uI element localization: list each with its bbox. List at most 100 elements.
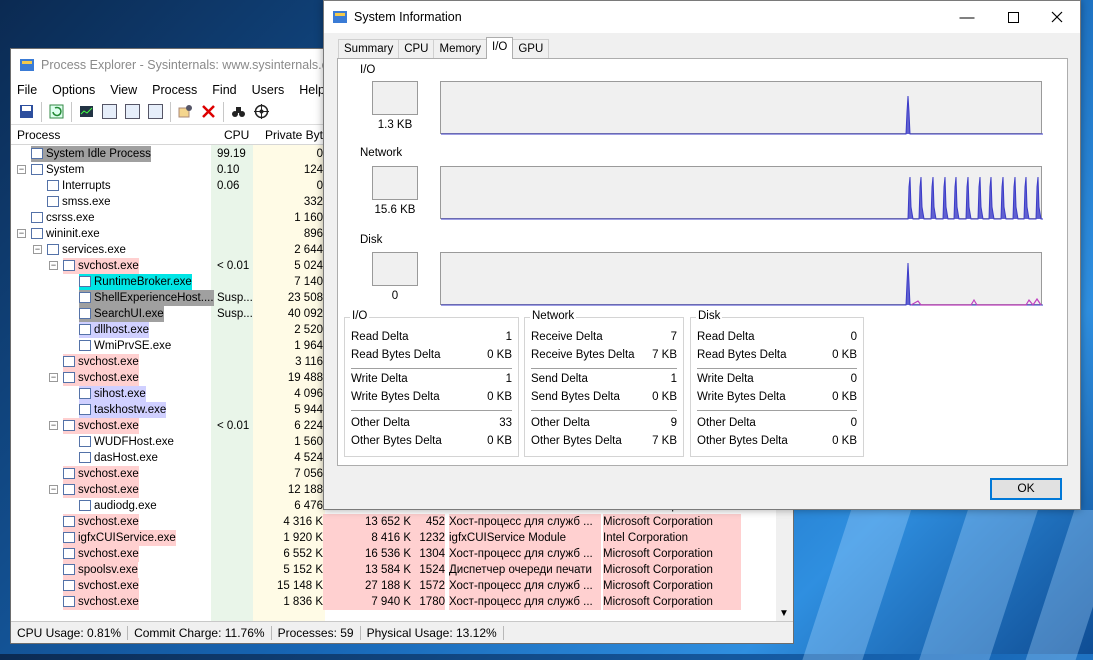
kill-process-icon[interactable] bbox=[197, 101, 220, 123]
process-name-cell[interactable]: svchost.exe bbox=[63, 466, 139, 482]
tree-collapse-icon[interactable]: − bbox=[17, 165, 26, 174]
system-information-dialog[interactable]: System Information — Summary CPU Memory … bbox=[323, 0, 1081, 510]
minimize-icon[interactable]: — bbox=[944, 1, 990, 33]
io-write-bytes-value: 0 KB bbox=[487, 391, 512, 403]
scroll-down-icon[interactable]: ▼ bbox=[779, 608, 789, 619]
private-bytes-cell: 3 116 bbox=[295, 356, 323, 368]
process-icon bbox=[63, 260, 75, 271]
process-name-cell[interactable]: svchost.exe bbox=[63, 418, 139, 434]
column-process[interactable]: Process bbox=[17, 128, 60, 142]
refresh-icon[interactable] bbox=[45, 101, 68, 123]
menu-process[interactable]: Process bbox=[152, 83, 197, 97]
io-graph-value: 1.3 KB bbox=[377, 119, 413, 131]
io-write-bytes-label: Write Bytes Delta bbox=[351, 391, 440, 403]
process-name-cell[interactable]: System bbox=[31, 162, 84, 178]
pid-cell: 1524 bbox=[411, 562, 445, 578]
network-graph-svg bbox=[441, 176, 1043, 220]
company-cell: Intel Corporation bbox=[603, 530, 741, 546]
process-name-cell[interactable]: WUDFHost.exe bbox=[79, 434, 174, 450]
working-set-cell: 8 416 K bbox=[323, 530, 411, 546]
tab-summary[interactable]: Summary bbox=[338, 39, 400, 59]
process-name-cell[interactable]: svchost.exe bbox=[63, 546, 139, 562]
process-row[interactable]: svchost.exe 1 836 K7 940 K 1780 Хост-процес… bbox=[11, 594, 781, 610]
process-name-cell[interactable]: RuntimeBroker.exe bbox=[79, 274, 192, 290]
tree-collapse-icon[interactable]: − bbox=[33, 245, 42, 254]
group-divider bbox=[531, 368, 677, 369]
process-row[interactable]: svchost.exe 4 316 K 13 652 K 452 Хост-процес… bbox=[11, 514, 781, 530]
process-name: SearchUI.exe bbox=[94, 308, 164, 320]
process-name-cell[interactable]: spoolsv.exe bbox=[63, 562, 138, 578]
description-cell: Хост-процесс для служб ... bbox=[449, 546, 601, 562]
menu-options[interactable]: Options bbox=[52, 83, 95, 97]
process-name-cell[interactable]: Interrupts bbox=[47, 178, 111, 194]
description-cell: igfxCUIService Module bbox=[449, 530, 601, 546]
process-name-cell[interactable]: igfxCUIService.exe bbox=[63, 530, 176, 546]
process-name-cell[interactable]: dllhost.exe bbox=[79, 322, 149, 338]
disk-read-bytes-row: Read Bytes Delta 0 KB bbox=[697, 349, 857, 365]
disk-graph-svg bbox=[441, 262, 1043, 306]
disk-read-delta-row: Read Delta 0 bbox=[697, 331, 857, 347]
io-graph-label: I/O bbox=[360, 64, 376, 76]
process-name-cell[interactable]: System Idle Process bbox=[31, 146, 151, 162]
menu-help[interactable]: Help bbox=[299, 83, 325, 97]
tab-cpu[interactable]: CPU bbox=[398, 39, 435, 59]
tab-gpu[interactable]: GPU bbox=[512, 39, 550, 59]
menu-users[interactable]: Users bbox=[252, 83, 285, 97]
private-bytes-cell: 7 056 bbox=[294, 468, 323, 480]
maximize-icon[interactable] bbox=[990, 1, 1036, 33]
process-row[interactable]: svchost.exe 6 552 K 16 536 K 1304 Хост-проце… bbox=[11, 546, 781, 562]
process-name-cell[interactable]: svchost.exe bbox=[63, 514, 139, 530]
find-window-icon[interactable] bbox=[174, 101, 197, 123]
tree-collapse-icon[interactable]: − bbox=[49, 373, 58, 382]
process-name-cell[interactable]: csrss.exe bbox=[31, 210, 95, 226]
process-name-cell[interactable]: audiodg.exe bbox=[79, 498, 157, 514]
menu-view[interactable]: View bbox=[110, 83, 137, 97]
process-name: svchost.exe bbox=[78, 356, 139, 368]
process-name-cell[interactable]: sihost.exe bbox=[79, 386, 146, 402]
target-icon[interactable] bbox=[250, 101, 273, 123]
cpu-cell: < 0.01 bbox=[217, 420, 250, 432]
menu-find[interactable]: Find bbox=[212, 83, 236, 97]
process-row[interactable]: igfxCUIService.exe 1 920 K8 416 K 1232 igfx… bbox=[11, 530, 781, 546]
tab-memory[interactable]: Memory bbox=[433, 39, 488, 59]
disk-write-delta-value: 0 bbox=[850, 373, 857, 385]
process-name-cell[interactable]: svchost.exe bbox=[63, 482, 139, 498]
close-icon[interactable] bbox=[1034, 1, 1080, 33]
process-row[interactable]: spoolsv.exe 5 152 K 13 584 K 1524 Диспетчер … bbox=[11, 562, 781, 578]
system-info-icon[interactable] bbox=[75, 101, 98, 123]
ok-button[interactable]: OK bbox=[990, 478, 1062, 500]
process-name-cell[interactable]: taskhostw.exe bbox=[79, 402, 167, 418]
process-name-cell[interactable]: dasHost.exe bbox=[79, 450, 158, 466]
tree-collapse-icon[interactable]: − bbox=[49, 261, 58, 270]
menu-file[interactable]: File bbox=[17, 83, 37, 97]
window-icon[interactable] bbox=[121, 101, 144, 123]
process-icon bbox=[31, 164, 43, 175]
process-name: svchost.exe bbox=[78, 420, 139, 432]
tree-collapse-icon[interactable]: − bbox=[17, 229, 26, 238]
process-name-cell[interactable]: svchost.exe bbox=[63, 354, 139, 370]
column-cpu[interactable]: CPU bbox=[224, 128, 249, 142]
process-icon bbox=[31, 228, 43, 239]
process-name-cell[interactable]: svchost.exe bbox=[63, 370, 139, 386]
tree-collapse-icon[interactable]: − bbox=[49, 485, 58, 494]
save-icon[interactable] bbox=[15, 101, 38, 123]
process-name-cell[interactable]: WmiPrvSE.exe bbox=[79, 338, 171, 354]
process-name-cell[interactable]: ShellExperienceHost.... bbox=[79, 290, 214, 306]
process-name-cell[interactable]: svchost.exe bbox=[63, 258, 139, 274]
process-name-cell[interactable]: services.exe bbox=[47, 242, 126, 258]
process-name-cell[interactable]: svchost.exe bbox=[63, 594, 139, 610]
dll-icon[interactable] bbox=[144, 101, 167, 123]
process-name-cell[interactable]: wininit.exe bbox=[31, 226, 100, 242]
properties-icon[interactable] bbox=[98, 101, 121, 123]
tab-io[interactable]: I/O bbox=[486, 37, 514, 59]
find-binoculars-icon[interactable] bbox=[227, 101, 250, 123]
process-explorer-app-icon bbox=[20, 59, 34, 71]
process-name-cell[interactable]: SearchUI.exe bbox=[79, 306, 164, 322]
tree-collapse-icon[interactable]: − bbox=[49, 421, 58, 430]
process-name-cell[interactable]: smss.exe bbox=[47, 194, 111, 210]
process-name-cell[interactable]: svchost.exe bbox=[63, 578, 139, 594]
process-row[interactable]: svchost.exe 15 148 K 27 188 K 1572 Хост-проц… bbox=[11, 578, 781, 594]
toolbar-separator bbox=[71, 101, 72, 122]
io-history-graph bbox=[440, 81, 1043, 135]
io-tab-panel: I/O 1.3 KB Network 15.6 KB Disk 0 I/O Re… bbox=[337, 58, 1068, 466]
